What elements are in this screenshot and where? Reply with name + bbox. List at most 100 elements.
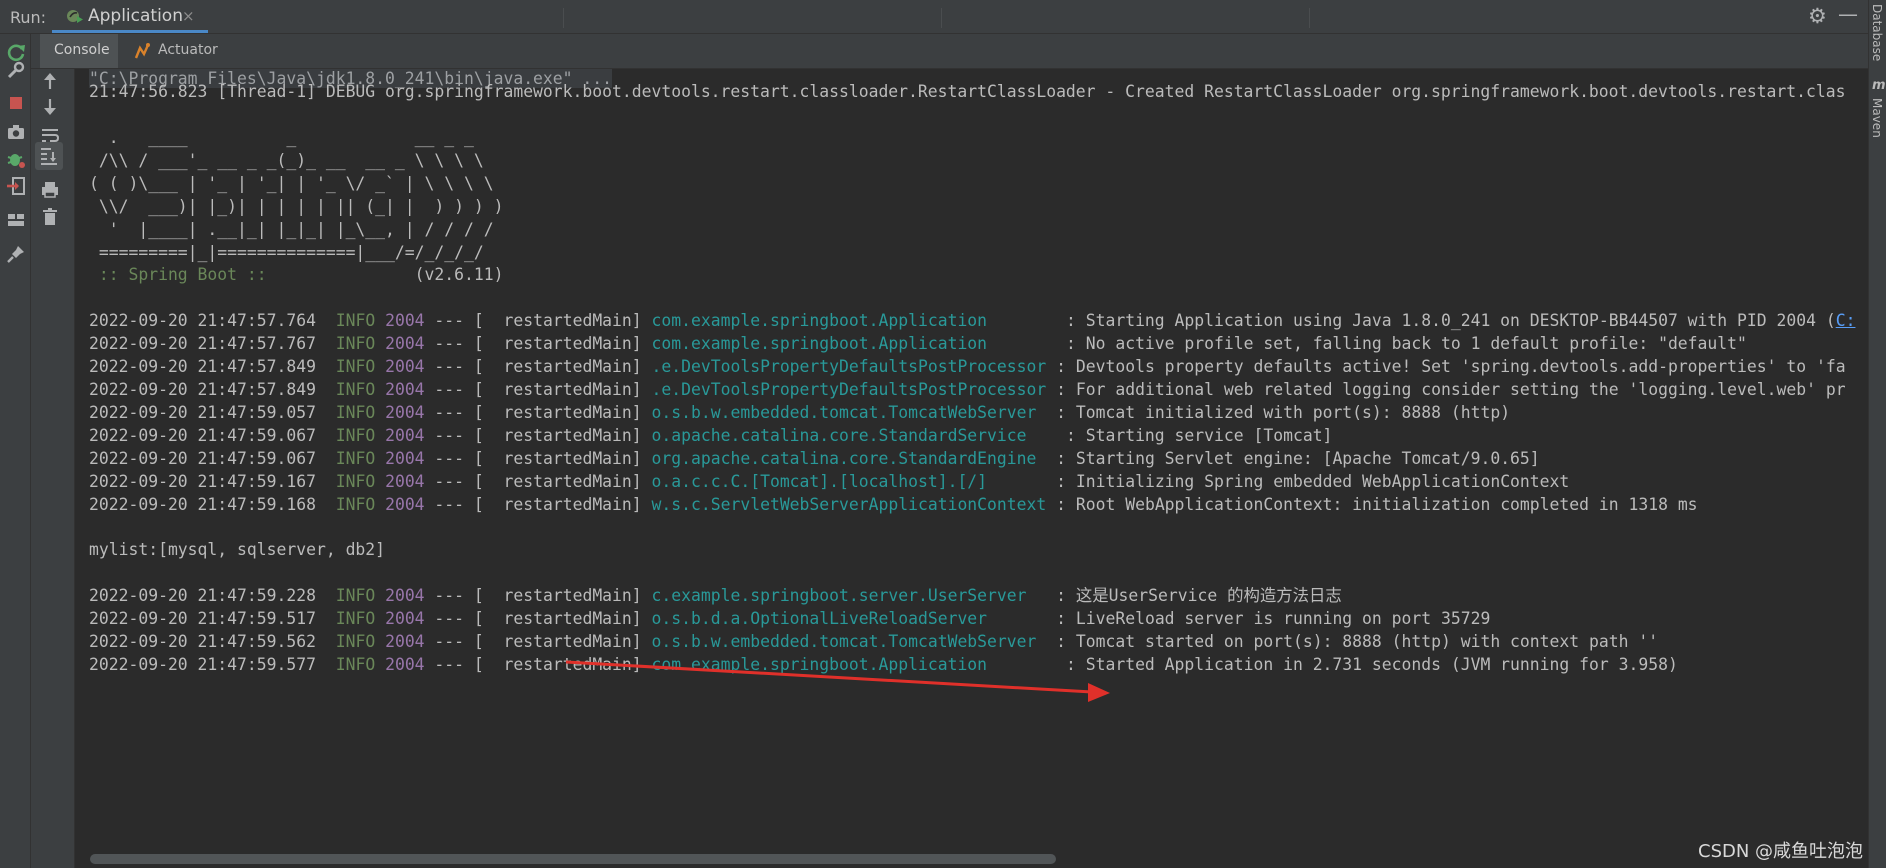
divider [1309, 8, 1310, 28]
log-level: INFO [335, 403, 376, 422]
log-line: 2022-09-20 21:47:59.562 INFO 2004 --- [ … [89, 631, 1658, 653]
log-line: 2022-09-20 21:47:59.168 INFO 2004 --- [ … [89, 494, 1698, 516]
log-level: INFO [335, 655, 376, 674]
arrow-up-icon[interactable] [38, 69, 62, 93]
log-line: 2022-09-20 21:47:59.577 INFO 2004 --- [ … [89, 654, 1678, 676]
log-timestamp: 2022-09-20 21:47:59.168 [89, 495, 316, 514]
log-logger: com.example.springboot.Application [651, 311, 1057, 330]
log-pid: 2004 [385, 403, 425, 422]
run-toolbar: Run: Application × ⚙ — [0, 0, 1868, 34]
log-message: : Starting Application using Java 1.8.0_… [1056, 311, 1836, 330]
camera-icon[interactable] [4, 120, 28, 144]
log-message: : Initializing Spring embedded WebApplic… [1046, 472, 1570, 491]
minimize-icon[interactable]: — [1838, 2, 1858, 26]
log-message: : Root WebApplicationContext: initializa… [1046, 495, 1698, 514]
banner-line: /\\ / ___'_ __ _ _(_)_ __ __ _ \ \ \ \ [89, 151, 484, 170]
watermark: CSDN @咸鱼吐泡泡 [1698, 841, 1864, 862]
log-logger: o.s.b.d.a.OptionalLiveReloadServer [651, 609, 1047, 628]
log-line: 2022-09-20 21:47:57.849 INFO 2004 --- [ … [89, 379, 1846, 401]
close-icon[interactable]: × [182, 7, 195, 25]
trash-icon[interactable] [38, 205, 62, 229]
divider [941, 8, 942, 28]
log-logger: o.a.c.c.C.[Tomcat].[localhost].[/] [651, 472, 1047, 491]
actuator-icon [134, 43, 150, 59]
log-timestamp: 2022-09-20 21:47:59.057 [89, 403, 316, 422]
pin-icon[interactable] [4, 242, 28, 266]
log-thread: --- [ restartedMain] [424, 586, 652, 605]
spring-boot-version-line: :: Spring Boot :: (v2.6.11) [89, 264, 504, 286]
console-side-toolbar [31, 69, 75, 868]
log-logger: .e.DevToolsPropertyDefaultsPostProcessor [651, 357, 1047, 376]
log-line: 2022-09-20 21:47:57.849 INFO 2004 --- [ … [89, 356, 1846, 378]
log-line: 2022-09-20 21:47:59.057 INFO 2004 --- [ … [89, 402, 1510, 424]
log-timestamp: 2022-09-20 21:47:59.577 [89, 655, 316, 674]
log-message: : Starting service [Tomcat] [1056, 426, 1333, 445]
horizontal-scrollbar[interactable] [90, 854, 1868, 864]
tab-application[interactable]: Application × [52, 0, 208, 33]
log-thread: --- [ restartedMain] [424, 495, 652, 514]
debug-line: 21:47:56.823 [Thread-1] DEBUG org.spring… [89, 82, 1846, 101]
log-pid: 2004 [385, 495, 425, 514]
log-thread: --- [ restartedMain] [424, 655, 652, 674]
log-link[interactable]: C: [1836, 311, 1856, 330]
divider [563, 8, 564, 28]
log-thread: --- [ restartedMain] [424, 403, 652, 422]
log-level: INFO [335, 426, 376, 445]
console-output[interactable]: "C:\Program Files\Java\jdk1.8.0_241\bin\… [75, 69, 1868, 868]
log-logger: com.example.springboot.Application [651, 655, 1057, 674]
log-timestamp: 2022-09-20 21:47:59.167 [89, 472, 316, 491]
log-timestamp: 2022-09-20 21:47:57.849 [89, 357, 316, 376]
banner-line: =========|_|==============|___/=/_/_/_/ [89, 243, 484, 262]
log-timestamp: 2022-09-20 21:47:59.228 [89, 586, 316, 605]
log-level: INFO [335, 472, 376, 491]
log-timestamp: 2022-09-20 21:47:59.562 [89, 632, 316, 651]
run-label: Run: [10, 8, 47, 27]
log-logger: org.apache.catalina.core.StandardEngine [651, 449, 1047, 468]
database-tool-label[interactable]: Database [1870, 4, 1884, 61]
maven-tool-label[interactable]: Maven [1870, 98, 1884, 138]
log-message: : Tomcat started on port(s): 8888 (http)… [1046, 632, 1659, 651]
layout-icon[interactable] [4, 208, 28, 232]
banner-line: \\/ ___)| |_)| | | | | || (_| | ) ) ) ) [89, 197, 504, 216]
banner-line: ' |____| .__|_| |_|_| |_\__, | / / / / [89, 220, 494, 239]
log-thread: --- [ restartedMain] [424, 609, 652, 628]
log-message: : 这是UserService 的构造方法日志 [1046, 586, 1342, 605]
log-thread: --- [ restartedMain] [424, 380, 652, 399]
scroll-to-end-icon[interactable] [35, 142, 63, 170]
console-tabs: Console Actuator [30, 34, 1868, 69]
log-line: 2022-09-20 21:47:59.517 INFO 2004 --- [ … [89, 608, 1490, 630]
log-thread: --- [ restartedMain] [424, 632, 652, 651]
login-icon[interactable] [4, 174, 28, 198]
tab-console-label: Console [54, 42, 110, 58]
log-timestamp: 2022-09-20 21:47:57.767 [89, 334, 316, 353]
log-level: INFO [335, 334, 376, 353]
log-pid: 2004 [385, 655, 425, 674]
log-line: 2022-09-20 21:47:59.167 INFO 2004 --- [ … [89, 471, 1569, 493]
log-logger: com.example.springboot.Application [651, 334, 1057, 353]
spring-run-icon [67, 10, 83, 23]
log-timestamp: 2022-09-20 21:47:57.849 [89, 380, 316, 399]
log-level: INFO [335, 311, 376, 330]
log-logger: o.s.b.w.embedded.tomcat.TomcatWebServer [651, 632, 1047, 651]
debug-bug-icon[interactable] [4, 147, 28, 171]
gear-icon[interactable]: ⚙ [1808, 4, 1827, 28]
stop-icon[interactable] [4, 91, 28, 115]
log-line: 2022-09-20 21:47:59.067 INFO 2004 --- [ … [89, 425, 1332, 447]
log-thread: --- [ restartedMain] [424, 357, 652, 376]
scrollbar-thumb[interactable] [90, 854, 1056, 864]
log-message: : Starting Servlet engine: [Apache Tomca… [1046, 449, 1540, 468]
print-icon[interactable] [38, 177, 62, 201]
banner-line: . ____ _ __ _ _ [89, 128, 474, 147]
spring-boot-version: (v2.6.11) [276, 265, 504, 284]
maven-icon[interactable]: m [1872, 78, 1886, 93]
log-pid: 2004 [385, 311, 425, 330]
arrow-down-icon[interactable] [38, 95, 62, 119]
log-pid: 2004 [385, 357, 425, 376]
wrench-icon[interactable] [4, 58, 28, 82]
log-thread: --- [ restartedMain] [424, 472, 652, 491]
tab-console[interactable]: Console [40, 34, 118, 68]
log-level: INFO [335, 609, 376, 628]
log-level: INFO [335, 449, 376, 468]
mylist-line: mylist:[mysql, sqlserver, db2] [89, 540, 386, 559]
log-thread: --- [ restartedMain] [424, 449, 652, 468]
